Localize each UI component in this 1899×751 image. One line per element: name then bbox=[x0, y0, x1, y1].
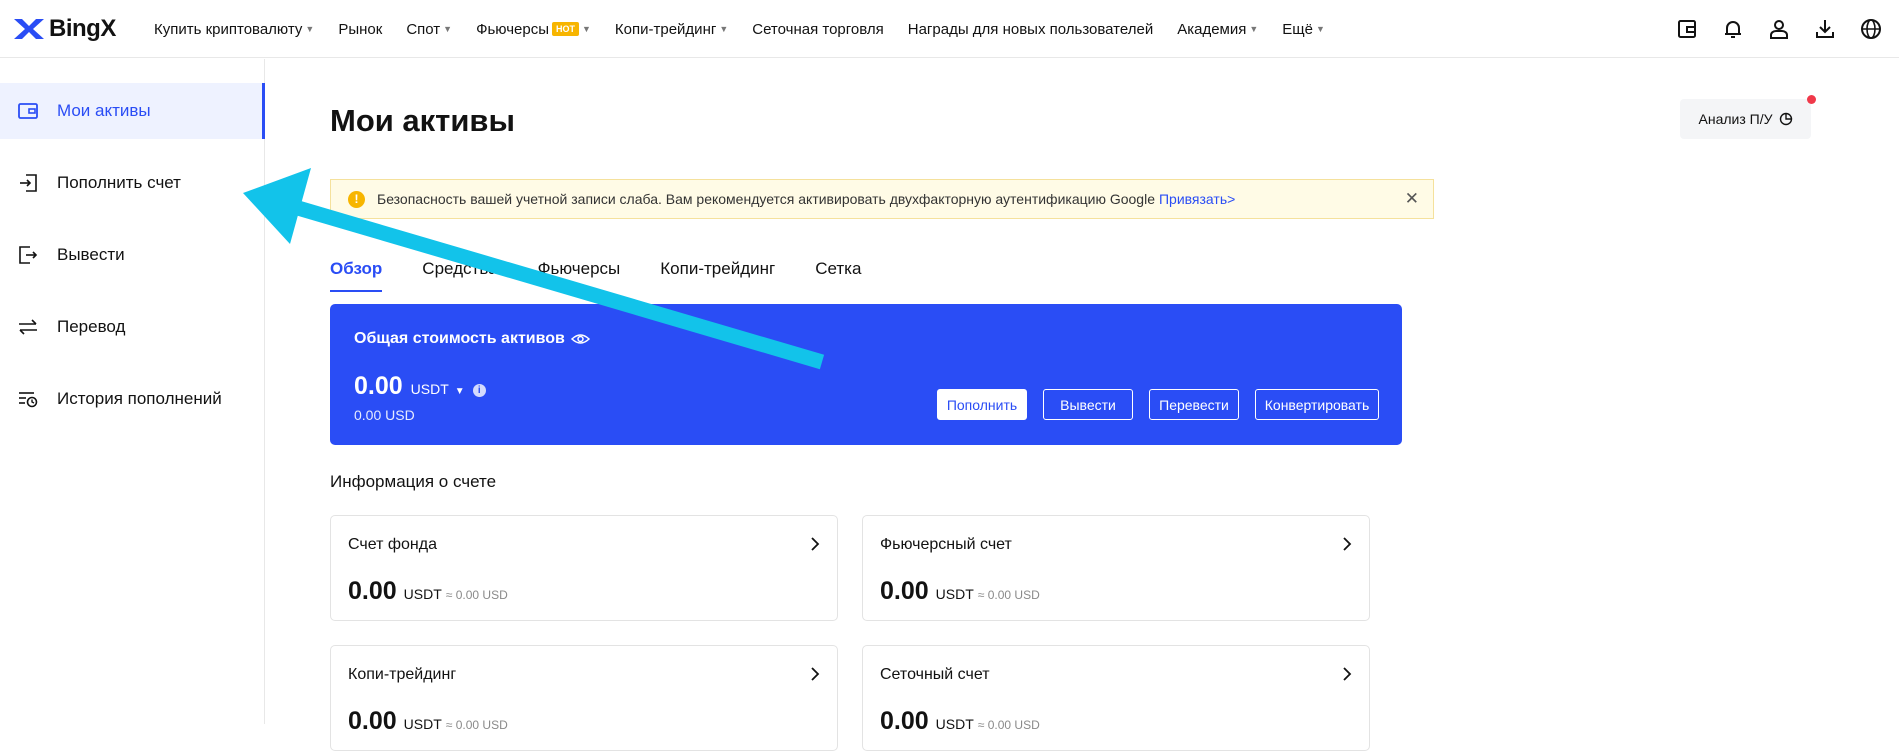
sidebar-item-transfer[interactable]: Перевод bbox=[0, 299, 265, 355]
account-name: Фьючерсный счет bbox=[880, 536, 1012, 553]
chevron-right-icon bbox=[1343, 537, 1352, 551]
nav-spot[interactable]: Спот ▼ bbox=[406, 21, 452, 38]
globe-icon[interactable] bbox=[1857, 15, 1885, 43]
deposit-button[interactable]: Пополнить bbox=[937, 389, 1027, 420]
withdraw-icon bbox=[16, 243, 40, 267]
nav-market[interactable]: Рынок bbox=[338, 21, 382, 38]
sidebar-item-label: Мои активы bbox=[57, 101, 151, 120]
account-name: Копи-трейдинг bbox=[348, 666, 457, 683]
nav-rewards[interactable]: Награды для новых пользователей bbox=[908, 21, 1153, 38]
wallet-icon bbox=[16, 99, 40, 123]
sidebar-item-label: Перевод bbox=[57, 317, 126, 336]
wallet-icon[interactable] bbox=[1673, 15, 1701, 43]
caret-down-icon: ▼ bbox=[719, 24, 729, 34]
withdraw-button[interactable]: Вывести bbox=[1043, 389, 1133, 420]
warning-icon: ! bbox=[348, 190, 365, 208]
bell-icon[interactable] bbox=[1719, 15, 1747, 43]
account-unit: USDT bbox=[935, 716, 974, 732]
account-info-title: Информация о счете bbox=[330, 472, 497, 491]
total-assets-card: Общая стоимость активов 0.00 USDT ▼ i 0.… bbox=[330, 304, 1402, 445]
nav-buy-crypto[interactable]: Купить криптовалюту ▼ bbox=[154, 21, 314, 38]
top-header: BingX Купить криптовалюту ▼ Рынок Спот ▼ Ф… bbox=[0, 0, 1899, 58]
pie-chart-icon bbox=[1779, 112, 1792, 126]
account-value: 0.00 bbox=[348, 707, 397, 735]
account-card-grid[interactable]: Сеточный счет 0.00 USDT ≈ 0.00 USD bbox=[862, 645, 1370, 751]
sidebar-item-label: Вывести bbox=[57, 245, 125, 264]
convert-button[interactable]: Конвертировать bbox=[1255, 389, 1379, 420]
bingx-logo-icon bbox=[14, 19, 44, 39]
tab-copy-trading[interactable]: Копи-трейдинг bbox=[660, 259, 775, 292]
account-usd: ≈ 0.00 USD bbox=[977, 588, 1040, 602]
sidebar-item-my-assets[interactable]: Мои активы bbox=[0, 83, 265, 139]
account-card-futures[interactable]: Фьючерсный счет 0.00 USDT ≈ 0.00 USD bbox=[862, 515, 1370, 621]
account-name: Сеточный счет bbox=[880, 666, 990, 683]
account-usd: ≈ 0.00 USD bbox=[445, 588, 508, 602]
security-alert: ! Безопасность вашей учетной записи слаб… bbox=[330, 179, 1434, 219]
sidebar-item-deposit[interactable]: Пополнить счет bbox=[0, 155, 265, 211]
bingx-logo[interactable]: BingX bbox=[12, 14, 116, 44]
nav-more[interactable]: Ещё ▼ bbox=[1282, 21, 1325, 38]
brand-name: BingX bbox=[49, 15, 116, 42]
caret-down-icon: ▼ bbox=[305, 24, 315, 34]
transfer-button[interactable]: Перевести bbox=[1149, 389, 1239, 420]
account-unit: USDT bbox=[403, 586, 442, 602]
account-value: 0.00 bbox=[880, 707, 929, 735]
account-card-copy-trading[interactable]: Копи-трейдинг 0.00 USDT ≈ 0.00 USD bbox=[330, 645, 838, 751]
bind-2fa-link[interactable]: Привязать> bbox=[1159, 191, 1235, 207]
deposit-icon bbox=[16, 171, 40, 195]
caret-down-icon: ▼ bbox=[1249, 24, 1259, 34]
nav-grid-trading[interactable]: Сеточная торговля bbox=[752, 21, 884, 38]
account-value: 0.00 bbox=[880, 577, 929, 605]
sidebar-item-label: История пополнений bbox=[57, 389, 222, 408]
account-card-funding[interactable]: Счет фонда 0.00 USDT ≈ 0.00 USD bbox=[330, 515, 838, 621]
sidebar: Мои активы Пополнить счет Вывести Перево… bbox=[0, 59, 265, 724]
asset-tabs: Обзор Средства Фьючерсы Копи-трейдинг Се… bbox=[330, 259, 901, 293]
tab-overview[interactable]: Обзор bbox=[330, 259, 383, 292]
sidebar-item-label: Пополнить счет bbox=[57, 173, 181, 192]
account-usd: ≈ 0.00 USD bbox=[445, 718, 508, 732]
nav-futures[interactable]: Фьючерсы HOT ▼ bbox=[476, 21, 591, 38]
download-icon[interactable] bbox=[1811, 15, 1839, 43]
nav-academy[interactable]: Академия ▼ bbox=[1177, 21, 1258, 38]
hot-badge: HOT bbox=[552, 22, 579, 36]
sidebar-item-withdraw[interactable]: Вывести bbox=[0, 227, 265, 283]
tab-funds[interactable]: Средства bbox=[422, 259, 497, 292]
account-name: Счет фонда bbox=[348, 536, 437, 553]
account-unit: USDT bbox=[403, 716, 442, 732]
close-icon[interactable]: ✕ bbox=[1405, 189, 1419, 209]
alert-text: Безопасность вашей учетной записи слаба.… bbox=[377, 191, 1155, 207]
header-icons bbox=[1655, 15, 1885, 43]
chevron-right-icon bbox=[1343, 667, 1352, 681]
eye-icon[interactable] bbox=[570, 332, 590, 346]
transfer-icon bbox=[16, 315, 40, 339]
total-assets-value: 0.00 bbox=[354, 372, 403, 400]
account-value: 0.00 bbox=[348, 577, 397, 605]
total-assets-usd: 0.00 USD bbox=[354, 407, 415, 423]
caret-down-icon[interactable]: ▼ bbox=[455, 386, 465, 397]
nav-copy-trading[interactable]: Копи-трейдинг ▼ bbox=[615, 21, 728, 38]
history-icon bbox=[16, 387, 40, 411]
currency-selector[interactable]: USDT bbox=[411, 381, 449, 397]
user-icon[interactable] bbox=[1765, 15, 1793, 43]
chevron-right-icon bbox=[811, 667, 820, 681]
caret-down-icon: ▼ bbox=[1316, 24, 1325, 34]
total-assets-label: Общая стоимость активов bbox=[354, 330, 565, 347]
account-usd: ≈ 0.00 USD bbox=[977, 718, 1040, 732]
main-nav: Купить криптовалюту ▼ Рынок Спот ▼ Фьючерс… bbox=[154, 0, 1349, 58]
tab-grid[interactable]: Сетка bbox=[815, 259, 861, 292]
account-unit: USDT bbox=[935, 586, 974, 602]
tab-futures[interactable]: Фьючерсы bbox=[538, 259, 621, 292]
chevron-right-icon bbox=[811, 537, 820, 551]
sidebar-item-history[interactable]: История пополнений bbox=[0, 371, 265, 427]
info-icon[interactable]: i bbox=[472, 384, 486, 397]
caret-down-icon: ▼ bbox=[582, 24, 591, 34]
notification-dot bbox=[1807, 95, 1816, 104]
page-title: Мои активы bbox=[330, 103, 515, 138]
caret-down-icon: ▼ bbox=[443, 24, 453, 34]
pnl-analysis-button[interactable]: Анализ П/У bbox=[1680, 99, 1811, 139]
